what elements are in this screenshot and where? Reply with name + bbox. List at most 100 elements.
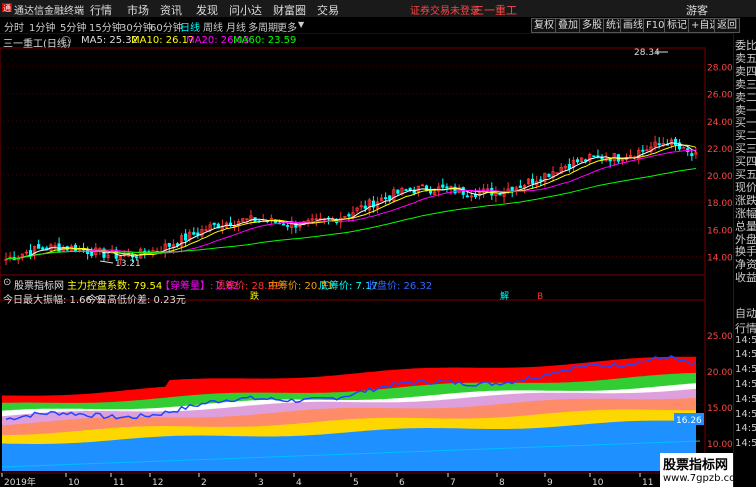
menu-item-ask[interactable]: 问小达 bbox=[229, 2, 262, 18]
candle-body bbox=[388, 195, 392, 200]
tab-monthly[interactable]: 月线 bbox=[226, 19, 246, 34]
candle-body bbox=[547, 173, 551, 177]
app-title: 通达信金融终端 bbox=[14, 6, 84, 17]
date-tick-label: 7 bbox=[450, 478, 456, 487]
indicator-name[interactable]: 股票指标网 bbox=[14, 277, 64, 292]
low-price-pointer bbox=[99, 260, 114, 264]
stock-name: 三一重工 bbox=[473, 4, 517, 17]
menu-bar: 通 通达信金融终端 行情 市场 资讯 发现 问小达 财富圈 交易 证券交易未登录… bbox=[0, 0, 756, 18]
price-tick-label: 28.00 bbox=[707, 64, 733, 74]
back-button[interactable]: 返回 bbox=[714, 18, 740, 33]
auto-quote-label-0[interactable]: 自动 bbox=[735, 305, 756, 321]
price-tick-label: 14.00 bbox=[707, 253, 733, 263]
candle-body bbox=[184, 233, 188, 241]
tick-time-6: 14:50 bbox=[735, 393, 756, 405]
date-tick-label: 5 bbox=[353, 478, 359, 487]
candle-body bbox=[41, 247, 45, 250]
candle-body bbox=[575, 159, 580, 163]
candle-body bbox=[690, 153, 694, 157]
daily-high-low-diff: 今日高低价差: 0.23元 bbox=[87, 295, 186, 306]
watermark: 股票指标网 www.7gpzb.com bbox=[660, 453, 745, 487]
date-tick-label: 10 bbox=[68, 478, 80, 487]
tick-time-3: 14:50 bbox=[735, 349, 756, 361]
candle-body bbox=[518, 185, 522, 188]
close-price: 收盘价: 26.32 bbox=[367, 281, 433, 292]
date-tick-label: 2019年 bbox=[4, 476, 36, 487]
kline-chart[interactable]: 28.00 26.00 24.00 22.00 20.00 18.00 16.00 14.00… bbox=[0, 33, 733, 487]
watermark-title: 股票指标网 bbox=[663, 458, 729, 473]
ma20-line bbox=[5, 149, 696, 260]
chevron-down-icon[interactable]: ▼ bbox=[298, 20, 304, 29]
login-alert[interactable]: 证券交易未登录 bbox=[410, 2, 480, 17]
period-bar: 分时 1分钟 5分钟 15分钟 30分钟 60分钟 日线 周线 月线 多周期 更… bbox=[0, 17, 756, 34]
date-tick-label: 6 bbox=[399, 478, 405, 487]
high-price-label: 28.34 bbox=[634, 48, 660, 58]
menu-item-market[interactable]: 市场 bbox=[127, 2, 149, 18]
right-quote-panel: 委比 卖五 卖四 卖三 卖二 卖一 买一 买二 买三 买四 买五 现价 涨跌 涨幅 总量 外盘 换手 净资 收益 自动… bbox=[733, 33, 756, 487]
indicator-tick-label: 20.00 bbox=[707, 368, 733, 378]
menu-item-trade[interactable]: 交易 bbox=[317, 2, 339, 18]
multi-stock-button[interactable]: 多股 bbox=[579, 18, 605, 33]
price-tick-label: 16.00 bbox=[707, 226, 733, 236]
ma5-line bbox=[5, 142, 697, 260]
candle-body bbox=[90, 251, 94, 256]
date-tick-label: 2 bbox=[201, 478, 207, 487]
menu-item-wealth[interactable]: 财富圈 bbox=[273, 2, 306, 18]
candle-body bbox=[445, 186, 449, 189]
candle-body bbox=[28, 250, 33, 256]
guest-label[interactable]: 游客 bbox=[686, 2, 708, 18]
tab-more[interactable]: 更多 bbox=[277, 19, 297, 34]
candle-body bbox=[584, 159, 588, 162]
tab-minute[interactable]: 分时 bbox=[4, 19, 24, 34]
tab-1min[interactable]: 1分钟 bbox=[29, 19, 55, 34]
current-value-label: 16.26 bbox=[676, 416, 702, 426]
tick-time-8: 14:50 bbox=[735, 423, 756, 435]
candle-body bbox=[37, 244, 41, 249]
candle-body bbox=[286, 225, 290, 227]
candle-body bbox=[657, 143, 661, 146]
tick-time-7: 14:50 bbox=[735, 408, 756, 420]
candle-body bbox=[539, 179, 543, 182]
tick-time-4: 14:50 bbox=[735, 364, 756, 376]
candle-body bbox=[592, 155, 596, 158]
auto-quote-label-1[interactable]: 行情 bbox=[735, 320, 756, 336]
tab-5min[interactable]: 5分钟 bbox=[60, 19, 86, 34]
tab-daily[interactable]: 日线 bbox=[180, 19, 200, 34]
mark-button[interactable]: 标记 bbox=[664, 18, 690, 33]
date-tick-label: 3 bbox=[258, 478, 264, 487]
tab-60min[interactable]: 60分钟 bbox=[150, 19, 183, 34]
tab-weekly[interactable]: 周线 bbox=[203, 19, 223, 34]
overlay-button[interactable]: 叠加 bbox=[555, 18, 581, 33]
app-logo-icon: 通 bbox=[2, 2, 12, 15]
price-tick-label: 20.00 bbox=[707, 172, 733, 182]
tick-time-2: 14:50 bbox=[735, 334, 756, 346]
candle-body bbox=[384, 197, 388, 200]
candle-body bbox=[363, 205, 367, 209]
candle-body bbox=[428, 190, 433, 194]
tick-time-5: 14:50 bbox=[735, 379, 756, 390]
menu-item-news[interactable]: 资讯 bbox=[160, 2, 182, 18]
date-tick-label: 9 bbox=[547, 478, 553, 487]
price-tick-label: 24.00 bbox=[707, 118, 733, 128]
menu-item-quote[interactable]: 行情 bbox=[90, 2, 112, 18]
date-tick-label: 4 bbox=[296, 478, 302, 487]
price-tick-label: 18.00 bbox=[707, 199, 733, 209]
tab-15min[interactable]: 15分钟 bbox=[89, 19, 122, 34]
candle-body bbox=[396, 189, 400, 194]
watermark-url: www.7gpzb.com bbox=[663, 473, 745, 484]
candle-body bbox=[135, 256, 139, 259]
menu-item-discover[interactable]: 发现 bbox=[196, 2, 218, 18]
indicator-tick-label: 15.00 bbox=[707, 404, 733, 414]
price-tick-label: 26.00 bbox=[707, 91, 733, 101]
date-tick-label: 11 bbox=[642, 478, 653, 487]
control-coefficient: 主力控盘系数: 79.54 bbox=[67, 281, 163, 292]
date-tick-label: 8 bbox=[499, 478, 505, 487]
tab-multi[interactable]: 多周期 bbox=[248, 19, 278, 34]
tab-30min[interactable]: 30分钟 bbox=[120, 19, 153, 34]
indicator-settings-icon[interactable]: ⊙ bbox=[3, 277, 11, 288]
restore-rights-button[interactable]: 复权 bbox=[531, 18, 557, 33]
candle-body bbox=[465, 195, 469, 198]
candle-body bbox=[473, 194, 478, 198]
date-tick-label: 12 bbox=[152, 478, 163, 487]
candle-body bbox=[441, 184, 445, 188]
